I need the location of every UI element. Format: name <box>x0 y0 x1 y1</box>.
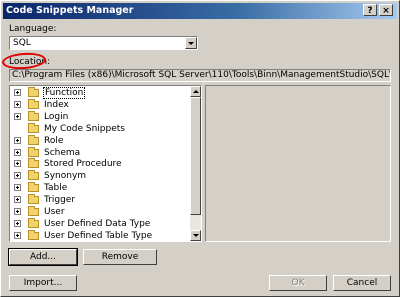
tree-item-label: My Code Snippets <box>44 123 125 134</box>
tree-item-label: User Defined Table Type <box>44 230 153 241</box>
expand-plus-icon[interactable] <box>14 184 21 192</box>
tree-item-label: Function <box>43 87 86 99</box>
expand-plus-icon[interactable] <box>14 160 21 168</box>
chevron-down-icon[interactable] <box>185 37 197 49</box>
expand-plus-icon[interactable] <box>14 219 21 227</box>
folder-icon <box>28 206 39 216</box>
expand-plus-icon[interactable] <box>14 231 21 239</box>
tree-item-label: Trigger <box>44 195 76 206</box>
scroll-up-arrow-icon[interactable] <box>190 86 201 97</box>
import-button[interactable]: Import... <box>9 275 77 291</box>
expand-plus-icon[interactable] <box>14 172 21 180</box>
folder-icon <box>28 158 39 169</box>
folder-icon <box>28 110 39 121</box>
expand-plus-icon[interactable] <box>14 89 21 96</box>
tree-item-label: Login <box>44 111 69 122</box>
folder-icon <box>28 182 39 193</box>
tree-item-label: User Defined Data Type <box>44 218 151 229</box>
red-annotation-circle <box>1 51 47 71</box>
remove-button[interactable]: Remove <box>83 249 157 265</box>
expand-plus-icon[interactable] <box>14 208 21 215</box>
close-button[interactable]: × <box>379 4 393 16</box>
code-snippets-manager-window: Code Snippets Manager ? × Language: SQL … <box>0 0 400 297</box>
scroll-thumb[interactable] <box>190 97 201 215</box>
language-value: SQL <box>13 38 31 48</box>
tree-item-label: Table <box>44 183 68 194</box>
folder-icon <box>28 146 39 157</box>
add-button[interactable]: Add... <box>8 248 78 266</box>
folder-icon <box>28 170 39 181</box>
title-bar: Code Snippets Manager <box>3 3 397 19</box>
help-button[interactable]: ? <box>363 4 377 16</box>
expand-plus-icon[interactable] <box>14 112 21 120</box>
tree-vertical-scrollbar[interactable] <box>190 86 201 241</box>
cancel-button[interactable]: Cancel <box>333 275 391 291</box>
tree-item-label: Index <box>44 99 69 110</box>
tree-item-label: Stored Procedure <box>44 159 122 170</box>
expand-plus-icon[interactable] <box>14 196 21 204</box>
snippet-folder-tree[interactable]: Function Index Login My Code Snippets Role Sc… <box>9 85 202 242</box>
folder-icon <box>28 87 39 97</box>
folder-icon <box>28 217 39 228</box>
language-label: Language: <box>9 24 57 34</box>
language-dropdown[interactable]: SQL <box>9 36 198 50</box>
tree-item-label: Schema <box>44 147 81 158</box>
tree-item-label: Synonym <box>44 171 87 182</box>
expand-plus-icon[interactable] <box>14 148 21 156</box>
folder-icon <box>28 122 39 133</box>
expand-plus-icon[interactable] <box>14 100 21 108</box>
folder-icon <box>28 194 39 205</box>
tree-item-label: Role <box>44 135 64 146</box>
snippet-details-pane <box>205 85 391 242</box>
window-title: Code Snippets Manager <box>6 5 134 16</box>
folder-icon <box>28 229 39 240</box>
expand-plus-icon[interactable] <box>14 136 21 144</box>
location-path-field[interactable]: C:\Program Files (x86)\Microsoft SQL Ser… <box>9 69 391 82</box>
scroll-down-arrow-icon[interactable] <box>190 230 201 241</box>
ok-button[interactable]: OK <box>269 275 327 291</box>
folder-icon <box>28 98 39 109</box>
tree-item-label: User <box>44 207 65 217</box>
folder-icon <box>28 134 39 145</box>
